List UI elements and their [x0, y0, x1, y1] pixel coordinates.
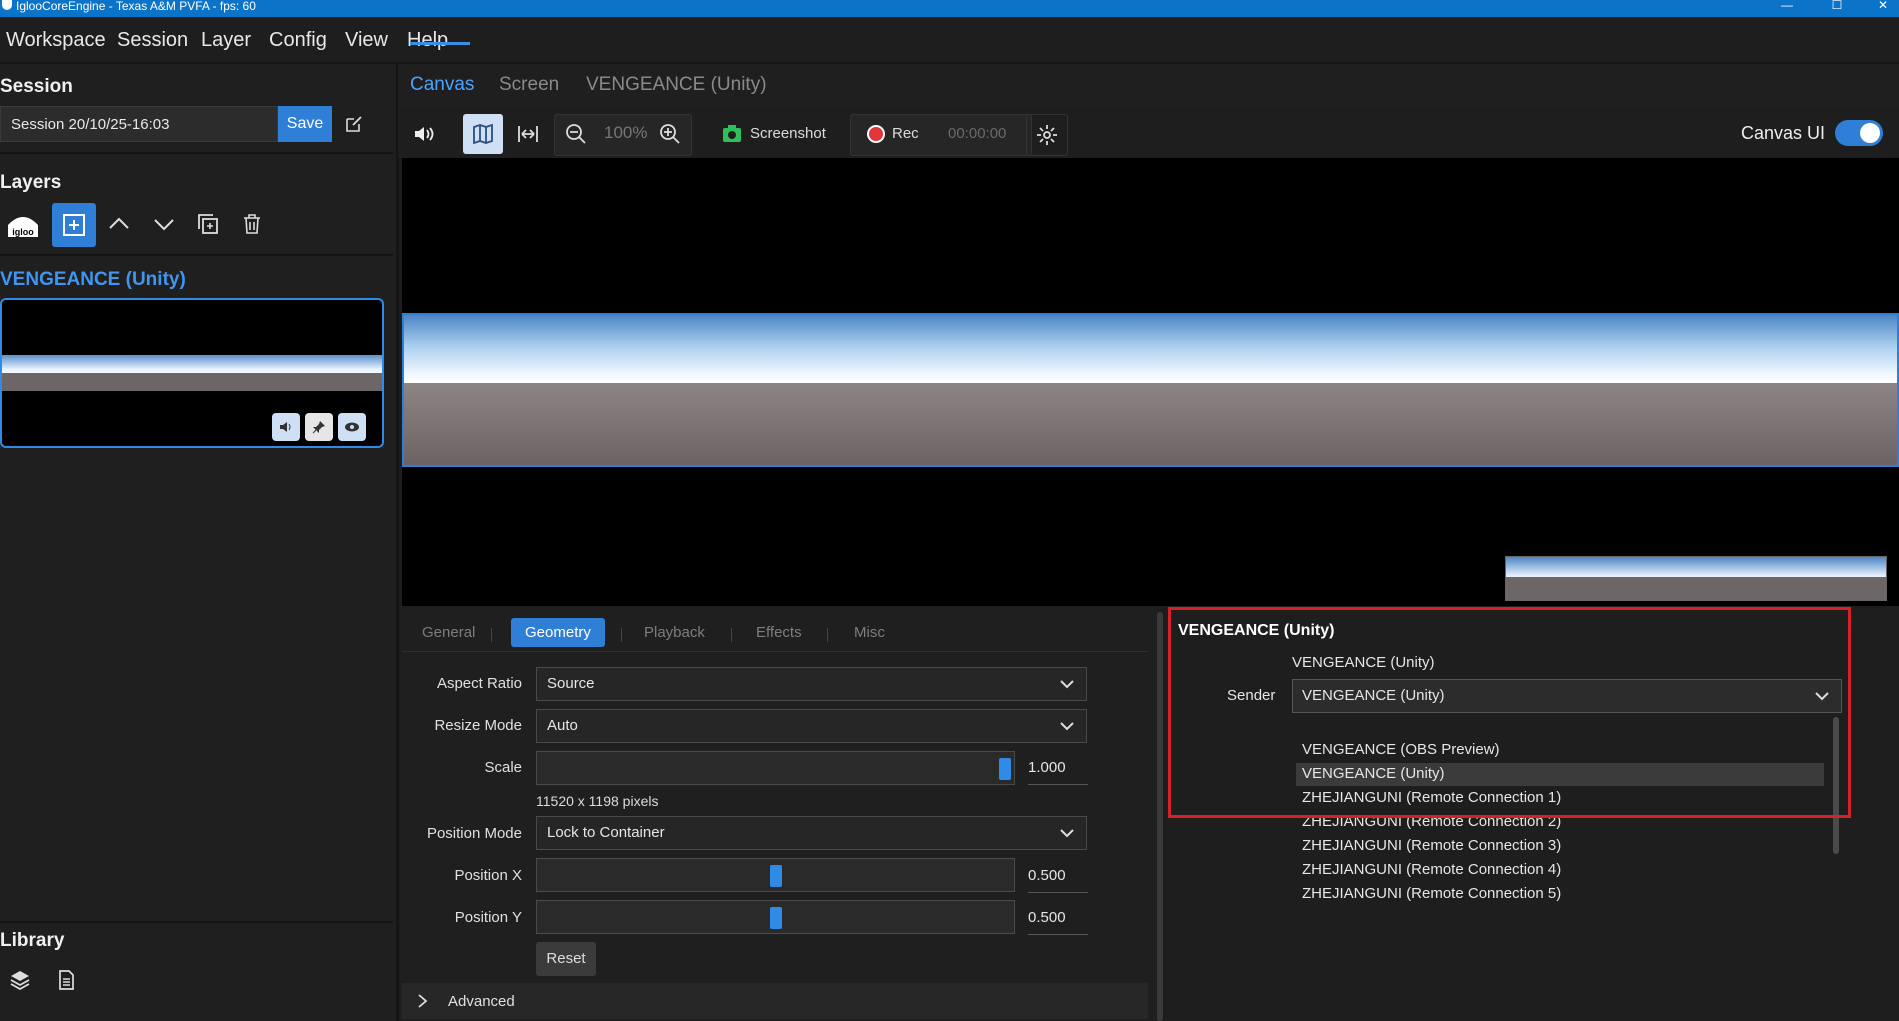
document-icon[interactable]	[48, 962, 84, 998]
canvas-minimap	[1505, 556, 1887, 601]
close-button[interactable]: ✕	[1863, 0, 1899, 14]
screenshot-button[interactable]: Screenshot	[750, 125, 826, 142]
minimize-button[interactable]: —	[1767, 0, 1807, 14]
layer-audio-icon[interactable]	[272, 413, 300, 441]
chevron-right-icon	[418, 994, 428, 1008]
session-name-field[interactable]: Session 20/10/25-16:03	[0, 106, 278, 142]
properties-scrollbar[interactable]	[1157, 612, 1163, 1021]
settings-gear-icon[interactable]	[1026, 114, 1068, 156]
layer-name[interactable]: VENGEANCE (Unity)	[0, 269, 186, 291]
move-up-icon[interactable]	[101, 206, 137, 242]
reset-button[interactable]: Reset	[536, 942, 596, 976]
zoom-in-icon[interactable]	[650, 114, 690, 154]
maximize-button[interactable]: ☐	[1817, 0, 1857, 14]
advanced-label: Advanced	[448, 993, 515, 1010]
divider	[0, 254, 393, 256]
position-x-label: Position X	[454, 867, 522, 884]
tab-screen[interactable]: Screen	[499, 74, 559, 96]
svg-text:igloo: igloo	[12, 227, 34, 237]
session-title: Session	[0, 76, 73, 97]
tab-general[interactable]: General	[422, 624, 475, 641]
record-icon[interactable]	[856, 114, 896, 154]
position-x-handle[interactable]	[770, 865, 782, 887]
menu-layer[interactable]: Layer	[201, 29, 251, 52]
window-title: IglooCoreEngine - Texas A&M PVFA - fps: …	[16, 0, 256, 13]
map-view-icon[interactable]	[463, 114, 503, 154]
sender-option[interactable]: ZHEJIANGUNI (Remote Connection 4)	[1302, 861, 1561, 878]
tab-layer[interactable]: VENGEANCE (Unity)	[586, 74, 767, 96]
layer-pin-icon[interactable]	[305, 413, 333, 441]
app-icon	[2, 0, 12, 10]
menu-workspace[interactable]: Workspace	[6, 29, 106, 52]
layer-visibility-icon[interactable]	[338, 413, 366, 441]
tab-canvas[interactable]: Canvas	[410, 74, 474, 96]
duplicate-icon[interactable]	[190, 206, 226, 242]
position-y-value[interactable]: 0.500	[1028, 909, 1088, 935]
record-timer: 00:00:00	[948, 125, 1007, 142]
left-panel: Session Session 20/10/25-16:03 Save Laye…	[0, 64, 399, 1021]
position-x-slider[interactable]	[536, 858, 1015, 892]
layers-stack-icon[interactable]	[2, 962, 38, 998]
position-mode-label: Position Mode	[426, 825, 522, 842]
menu-view[interactable]: View	[345, 29, 388, 52]
canvas-ui-label: Canvas UI	[1741, 123, 1826, 143]
advanced-section-toggle[interactable]: Advanced	[402, 983, 1148, 1019]
igloo-logo-button[interactable]: igloo	[4, 204, 42, 244]
layer-thumbnail[interactable]	[0, 298, 384, 448]
save-button[interactable]: Save	[278, 106, 332, 142]
canvas-toolbar: 100% Screenshot Rec 00:00:00 Canvas UI	[398, 108, 1899, 158]
tab-geometry[interactable]: Geometry	[511, 618, 605, 647]
trash-icon[interactable]	[234, 206, 270, 242]
layer-content[interactable]	[402, 313, 1899, 467]
scale-label: Scale	[484, 759, 522, 776]
zoom-level[interactable]: 100%	[604, 123, 647, 143]
highlight-annotation-box	[1168, 607, 1851, 818]
active-tab-indicator	[410, 42, 470, 45]
position-y-slider[interactable]	[536, 900, 1015, 934]
canvas-ui-toggle[interactable]	[1835, 120, 1883, 146]
divider	[0, 921, 393, 923]
scale-value[interactable]: 1.000	[1028, 759, 1088, 785]
menu-session[interactable]: Session	[117, 29, 188, 52]
resize-mode-label: Resize Mode	[434, 717, 522, 734]
zoom-out-icon[interactable]	[556, 114, 596, 154]
title-bar: IglooCoreEngine - Texas A&M PVFA - fps: …	[0, 0, 1899, 17]
menu-bar: Workspace Session Layer Config View Help	[0, 17, 1899, 64]
menu-config[interactable]: Config	[269, 29, 327, 52]
scale-slider-handle[interactable]	[999, 758, 1011, 780]
tab-effects[interactable]: Effects	[756, 624, 802, 641]
tab-playback[interactable]: Playback	[644, 624, 705, 641]
menu-help[interactable]: Help	[407, 29, 448, 52]
fit-width-icon[interactable]	[508, 114, 548, 154]
move-down-icon[interactable]	[146, 206, 182, 242]
sender-option[interactable]: ZHEJIANGUNI (Remote Connection 3)	[1302, 837, 1561, 854]
pixel-dimensions: 11520 x 1198 pixels	[536, 793, 659, 809]
scale-slider[interactable]	[536, 751, 1015, 785]
position-y-label: Position Y	[454, 909, 522, 926]
aspect-ratio-label: Aspect Ratio	[436, 675, 522, 692]
layers-title: Layers	[0, 172, 62, 193]
screenshot-icon[interactable]	[712, 114, 752, 154]
position-mode-dropdown[interactable]: Lock to Container	[536, 816, 1087, 850]
divider	[0, 152, 393, 154]
add-layer-button[interactable]	[52, 203, 96, 247]
edit-icon[interactable]	[336, 106, 372, 142]
library-title: Library	[0, 930, 65, 951]
volume-icon[interactable]	[404, 114, 444, 154]
aspect-ratio-dropdown[interactable]: Source	[536, 667, 1087, 701]
rec-button[interactable]: Rec	[892, 125, 919, 142]
resize-mode-dropdown[interactable]: Auto	[536, 709, 1087, 743]
tab-misc[interactable]: Misc	[854, 624, 885, 641]
sender-option[interactable]: ZHEJIANGUNI (Remote Connection 5)	[1302, 885, 1561, 902]
position-y-handle[interactable]	[770, 907, 782, 929]
view-tabs: Canvas Screen VENGEANCE (Unity)	[398, 64, 1899, 109]
position-x-value[interactable]: 0.500	[1028, 867, 1088, 893]
